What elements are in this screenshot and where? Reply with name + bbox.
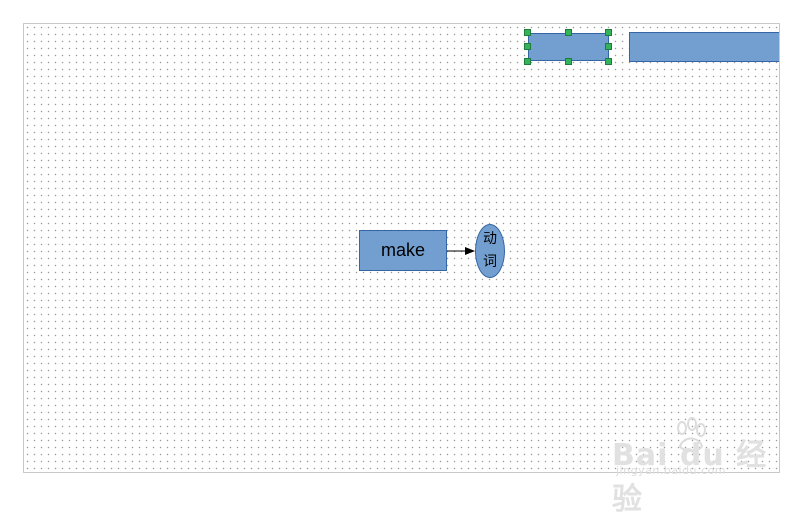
ellipse-label-line1: 动	[483, 231, 497, 247]
selection-handle-bottom-left[interactable]	[524, 58, 531, 65]
ellipse-label-line2: 词	[483, 254, 497, 270]
selection-handle-top-center[interactable]	[565, 29, 572, 36]
drawing-canvas[interactable]: make 动 词	[23, 23, 780, 473]
rectangle-shape[interactable]	[629, 32, 779, 62]
make-node[interactable]: make	[359, 230, 447, 271]
selection-handle-middle-right[interactable]	[605, 43, 612, 50]
verb-ellipse-node[interactable]: 动 词	[475, 224, 505, 278]
selection-handle-middle-left[interactable]	[524, 43, 531, 50]
selection-handle-bottom-right[interactable]	[605, 58, 612, 65]
selected-rectangle[interactable]	[528, 33, 609, 61]
make-node-label: make	[380, 240, 425, 260]
selection-handle-bottom-center[interactable]	[565, 58, 572, 65]
selection-handle-top-right[interactable]	[605, 29, 612, 36]
selection-handle-top-left[interactable]	[524, 29, 531, 36]
